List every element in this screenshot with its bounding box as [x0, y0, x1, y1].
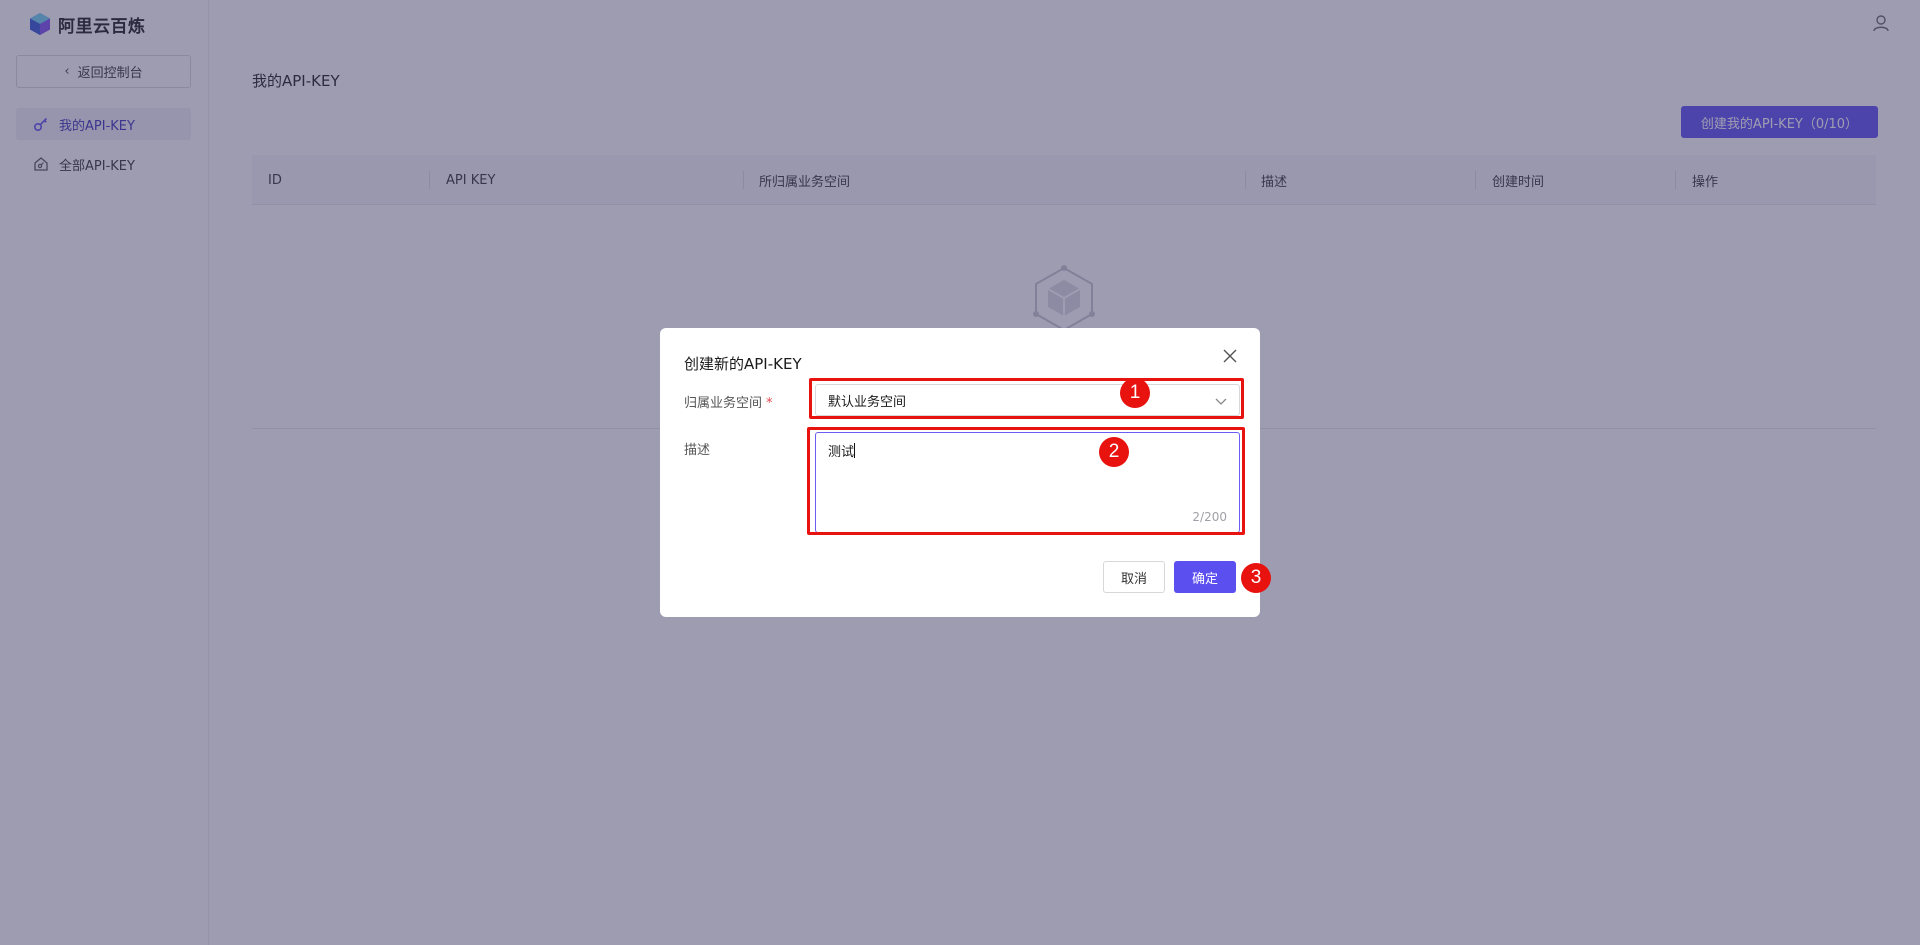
cancel-button[interactable]: 取消	[1103, 561, 1165, 593]
highlight-box-description	[807, 427, 1245, 535]
step-badge-3: 3	[1241, 563, 1271, 593]
workspace-label-text: 归属业务空间	[684, 396, 763, 411]
step-badge-2: 2	[1099, 437, 1129, 467]
confirm-button[interactable]: 确定	[1174, 561, 1236, 593]
required-mark: *	[766, 396, 773, 411]
highlight-box-workspace	[809, 378, 1244, 419]
dialog-title: 创建新的API-KEY	[684, 355, 802, 373]
step-badge-1: 1	[1120, 378, 1150, 408]
description-label: 描述	[684, 443, 711, 458]
workspace-label: 归属业务空间 *	[684, 392, 773, 411]
close-icon[interactable]	[1222, 348, 1238, 364]
